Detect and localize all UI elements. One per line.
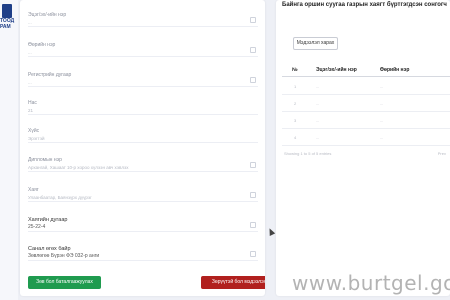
field-label: Санал өгөх байр	[28, 246, 71, 252]
field-value: 21	[28, 108, 34, 113]
field-own-name: Өөрийн нэр ...	[28, 42, 258, 57]
column-header-number[interactable]: №	[292, 67, 298, 73]
mouse-cursor-icon	[266, 227, 276, 236]
table-info: Showing 1 to 5 of 5 entries	[284, 151, 332, 156]
cell-parent-name: ...	[316, 101, 320, 106]
field-age: Нас 21	[28, 100, 258, 115]
field-value: ...	[28, 20, 32, 25]
cell-parent-name: ...	[316, 118, 320, 123]
cell-parent-name: ...	[316, 135, 320, 140]
table-row[interactable]: 4 ... ...	[282, 129, 450, 146]
column-header-parent-name[interactable]: Эцэг/эх/-ийн нэр	[316, 67, 357, 73]
field-value: 25-22-4	[28, 224, 46, 230]
registered-voters-panel: Байнга оршин суугаа газрын хаягт бүртгэг…	[276, 0, 450, 296]
site-logo[interactable]: ТООД РАМ	[0, 4, 18, 30]
verify-checkbox[interactable]	[250, 162, 256, 168]
field-label: Эцэг/эх/-ийн нэр	[28, 12, 67, 18]
panel-title: Байнга оршин суугаа газрын хаягт бүртгэг…	[282, 2, 447, 8]
verify-checkbox[interactable]	[250, 77, 256, 83]
field-address-number: Хаягийн дугаар 25-22-4	[28, 217, 258, 232]
column-header-own-name[interactable]: Өөрийн нэр	[380, 67, 409, 73]
field-label: Хаягийн дугаар	[28, 217, 68, 223]
field-value: ...	[28, 80, 32, 85]
verify-checkbox[interactable]	[250, 222, 256, 228]
cell-number: 1	[294, 84, 297, 89]
watermark: www.burtgel.gov	[292, 271, 450, 295]
verify-checkbox[interactable]	[250, 192, 256, 198]
cell-own-name: ...	[380, 84, 384, 89]
table-row[interactable]: 1 ... ...	[282, 78, 450, 95]
field-value: Архангай, Хашаат 10-р хороо хүлээн авч х…	[28, 165, 129, 170]
field-value: Эрэгтэй	[28, 136, 45, 141]
field-address: Хаяг Улаанбаатар, Баянзүрх дүүрэг	[28, 187, 258, 202]
verify-checkbox[interactable]	[250, 251, 256, 257]
view-info-button[interactable]: Мэдээлэл харах	[293, 37, 338, 50]
cell-number: 4	[294, 135, 297, 140]
field-label: Өөрийн нэр	[28, 42, 56, 48]
cell-parent-name: ...	[316, 84, 320, 89]
emblem-icon	[2, 4, 12, 18]
field-label: Хаяг	[28, 187, 39, 193]
cell-number: 2	[294, 101, 297, 106]
field-value: ...	[28, 50, 32, 55]
verify-checkbox[interactable]	[250, 47, 256, 53]
table-row[interactable]: 2 ... ...	[282, 95, 450, 112]
field-label: Хүйс	[28, 128, 40, 134]
field-label: Нас	[28, 100, 37, 106]
field-gender: Хүйс Эрэгтэй	[28, 128, 258, 143]
table-header: № Эцэг/эх/-ийн нэр Өөрийн нэр	[282, 63, 450, 77]
field-polling-station: Санал өгөх байр Зөвлөгөө Бүрэн ФЭ 032-р …	[28, 246, 258, 261]
left-sidebar: ТООД РАМ	[0, 0, 18, 300]
confirm-button[interactable]: Зөв бол баталгаажуулах	[28, 276, 101, 289]
report-discrepancy-button[interactable]: Зөрүүтэй бол мэдээлэх	[201, 276, 265, 289]
cell-own-name: ...	[380, 101, 384, 106]
verify-checkbox[interactable]	[250, 17, 256, 23]
cell-number: 3	[294, 118, 297, 123]
field-label: Регистрийн дугаар	[28, 72, 72, 78]
field-value: Улаанбаатар, Баянзүрх дүүрэг	[28, 195, 92, 200]
pager-prev[interactable]: Prev	[438, 151, 446, 156]
logo-text-line2: РАМ	[0, 24, 11, 30]
field-label: Дипломын нэр	[28, 157, 62, 163]
voter-info-form: Эцэг/эх/-ийн нэр ... Өөрийн нэр ... Реги…	[20, 0, 265, 296]
field-diploma: Дипломын нэр Архангай, Хашаат 10-р хороо…	[28, 157, 258, 172]
field-parent-name: Эцэг/эх/-ийн нэр ...	[28, 12, 258, 27]
cell-own-name: ...	[380, 118, 384, 123]
table-row[interactable]: 3 ... ...	[282, 112, 450, 129]
field-register-number: Регистрийн дугаар ...	[28, 72, 258, 87]
cell-own-name: ...	[380, 135, 384, 140]
field-value: Зөвлөгөө Бүрэн ФЭ 032-р анги	[28, 253, 100, 259]
